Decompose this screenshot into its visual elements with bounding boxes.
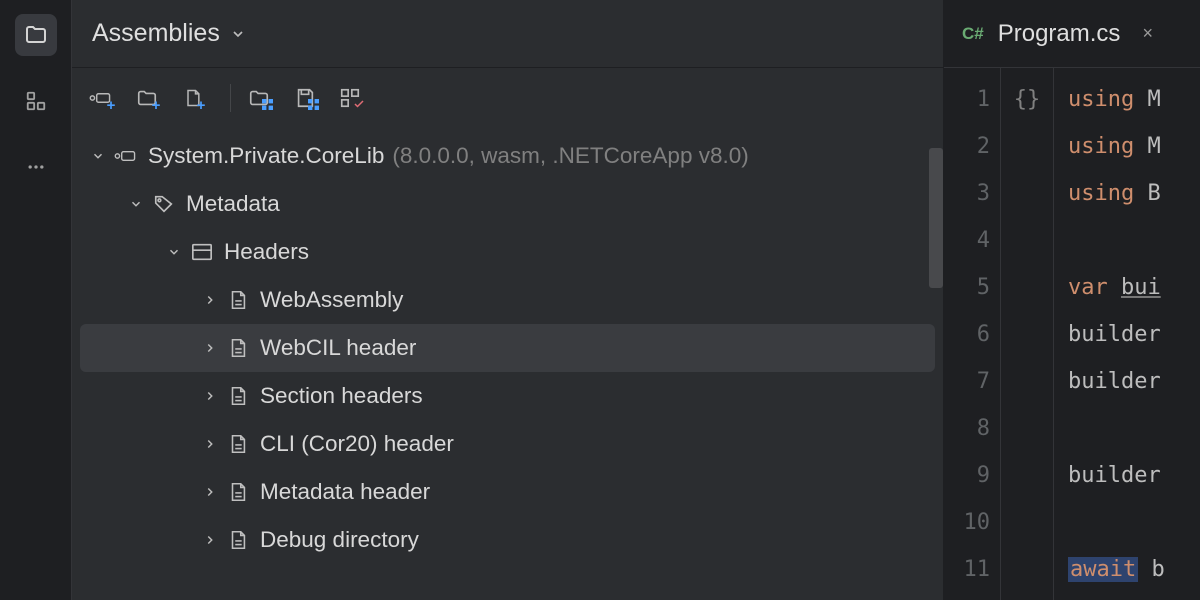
- tree-node-root[interactable]: System.Private.CoreLib (8.0.0.0, wasm, .…: [80, 132, 935, 180]
- line-number: 4: [944, 217, 990, 264]
- close-icon[interactable]: ×: [1142, 23, 1153, 44]
- line-number: 3: [944, 170, 990, 217]
- document-icon: [226, 288, 250, 312]
- chevron-right-icon: [200, 530, 220, 550]
- document-icon: [226, 384, 250, 408]
- line-number-gutter: 1 2 3 4 5 6 7 8 9 10 11: [944, 68, 1000, 600]
- code-token: using: [1068, 87, 1147, 112]
- code-line: builder: [1068, 452, 1200, 499]
- code-token: M: [1147, 87, 1160, 112]
- document-icon: [226, 528, 250, 552]
- layout-icon: [190, 240, 214, 264]
- tree-node-item[interactable]: Section headers: [80, 372, 935, 420]
- code-line: builder: [1068, 358, 1200, 405]
- code-line: builder: [1068, 311, 1200, 358]
- assembly-icon: [114, 144, 138, 168]
- line-number: 6: [944, 311, 990, 358]
- code-token: M: [1147, 134, 1160, 159]
- scrollbar-thumb[interactable]: [929, 148, 943, 288]
- tree-label: Section headers: [260, 383, 423, 409]
- document-icon: [226, 336, 250, 360]
- toolbar-separator: [230, 84, 231, 112]
- folder-grid-icon[interactable]: [247, 81, 281, 115]
- tree-label: Metadata header: [260, 479, 430, 505]
- folder-add-icon[interactable]: +: [134, 81, 168, 115]
- code-content[interactable]: using M using M using B var bui builder …: [1054, 68, 1200, 600]
- code-area[interactable]: 1 2 3 4 5 6 7 8 9 10 11 {} using M: [944, 68, 1200, 600]
- line-number: 8: [944, 405, 990, 452]
- chevron-down-icon: [230, 26, 246, 42]
- tab-title[interactable]: Program.cs: [998, 20, 1121, 48]
- chevron-right-icon: [200, 338, 220, 358]
- code-line: [1068, 405, 1200, 452]
- structure-icon[interactable]: [15, 80, 57, 122]
- code-token: bui: [1121, 275, 1161, 300]
- tree-label: CLI (Cor20) header: [260, 431, 454, 457]
- line-number: 10: [944, 499, 990, 546]
- file-type-badge: C#: [962, 24, 984, 44]
- tree-label: Metadata: [186, 191, 280, 217]
- document-icon: [226, 432, 250, 456]
- chevron-down-icon: [126, 194, 146, 214]
- editor-tabs: C# Program.cs ×: [944, 0, 1200, 68]
- assemblies-sidebar: Assemblies + + +: [72, 0, 944, 600]
- line-number: 9: [944, 452, 990, 499]
- chevron-right-icon: [200, 386, 220, 406]
- chevron-right-icon: [200, 434, 220, 454]
- code-editor: C# Program.cs × 1 2 3 4 5 6 7 8 9 10 11 …: [944, 0, 1200, 600]
- tree-node-metadata[interactable]: Metadata: [80, 180, 935, 228]
- chevron-right-icon: [200, 290, 220, 310]
- chevron-down-icon: [88, 146, 108, 166]
- sidebar-title-row[interactable]: Assemblies: [72, 0, 943, 68]
- fold-gutter: {}: [1000, 68, 1054, 600]
- code-token: using: [1068, 134, 1147, 159]
- code-line: [1068, 217, 1200, 264]
- code-token: b: [1138, 557, 1165, 582]
- inspect-icon[interactable]: [339, 81, 373, 115]
- chevron-down-icon: [164, 242, 184, 262]
- line-number: 5: [944, 264, 990, 311]
- document-icon: [226, 480, 250, 504]
- line-number: 1: [944, 76, 990, 123]
- line-number: 7: [944, 358, 990, 405]
- more-icon[interactable]: [15, 146, 57, 188]
- tree-node-item[interactable]: Debug directory: [80, 516, 935, 564]
- tree-node-headers[interactable]: Headers: [80, 228, 935, 276]
- save-grid-icon[interactable]: [293, 81, 327, 115]
- chevron-right-icon: [200, 482, 220, 502]
- tree-label: Debug directory: [260, 527, 419, 553]
- activity-bar: [0, 0, 72, 600]
- sidebar-toolbar: + + +: [72, 68, 943, 128]
- line-number: 11: [944, 546, 990, 593]
- assembly-tree: System.Private.CoreLib (8.0.0.0, wasm, .…: [72, 128, 943, 600]
- code-line: [1068, 499, 1200, 546]
- tree-node-item[interactable]: WebAssembly: [80, 276, 935, 324]
- code-token: B: [1147, 181, 1160, 206]
- code-token: var: [1068, 275, 1121, 300]
- code-token: await: [1068, 557, 1138, 582]
- tree-node-item[interactable]: WebCIL header: [80, 324, 935, 372]
- tree-label: Headers: [224, 239, 309, 265]
- tree-label: WebCIL header: [260, 335, 416, 361]
- tree-label: System.Private.CoreLib: [148, 143, 384, 169]
- document-add-icon[interactable]: +: [180, 81, 214, 115]
- code-token: using: [1068, 181, 1147, 206]
- tag-icon: [152, 192, 176, 216]
- folder-icon[interactable]: [15, 14, 57, 56]
- tree-node-item[interactable]: Metadata header: [80, 468, 935, 516]
- tree-node-item[interactable]: CLI (Cor20) header: [80, 420, 935, 468]
- line-number: 2: [944, 123, 990, 170]
- fold-hint[interactable]: {}: [1001, 76, 1053, 123]
- preview-add-icon[interactable]: +: [88, 81, 122, 115]
- sidebar-title: Assemblies: [92, 19, 220, 48]
- tree-meta: (8.0.0.0, wasm, .NETCoreApp v8.0): [392, 143, 748, 169]
- tree-label: WebAssembly: [260, 287, 403, 313]
